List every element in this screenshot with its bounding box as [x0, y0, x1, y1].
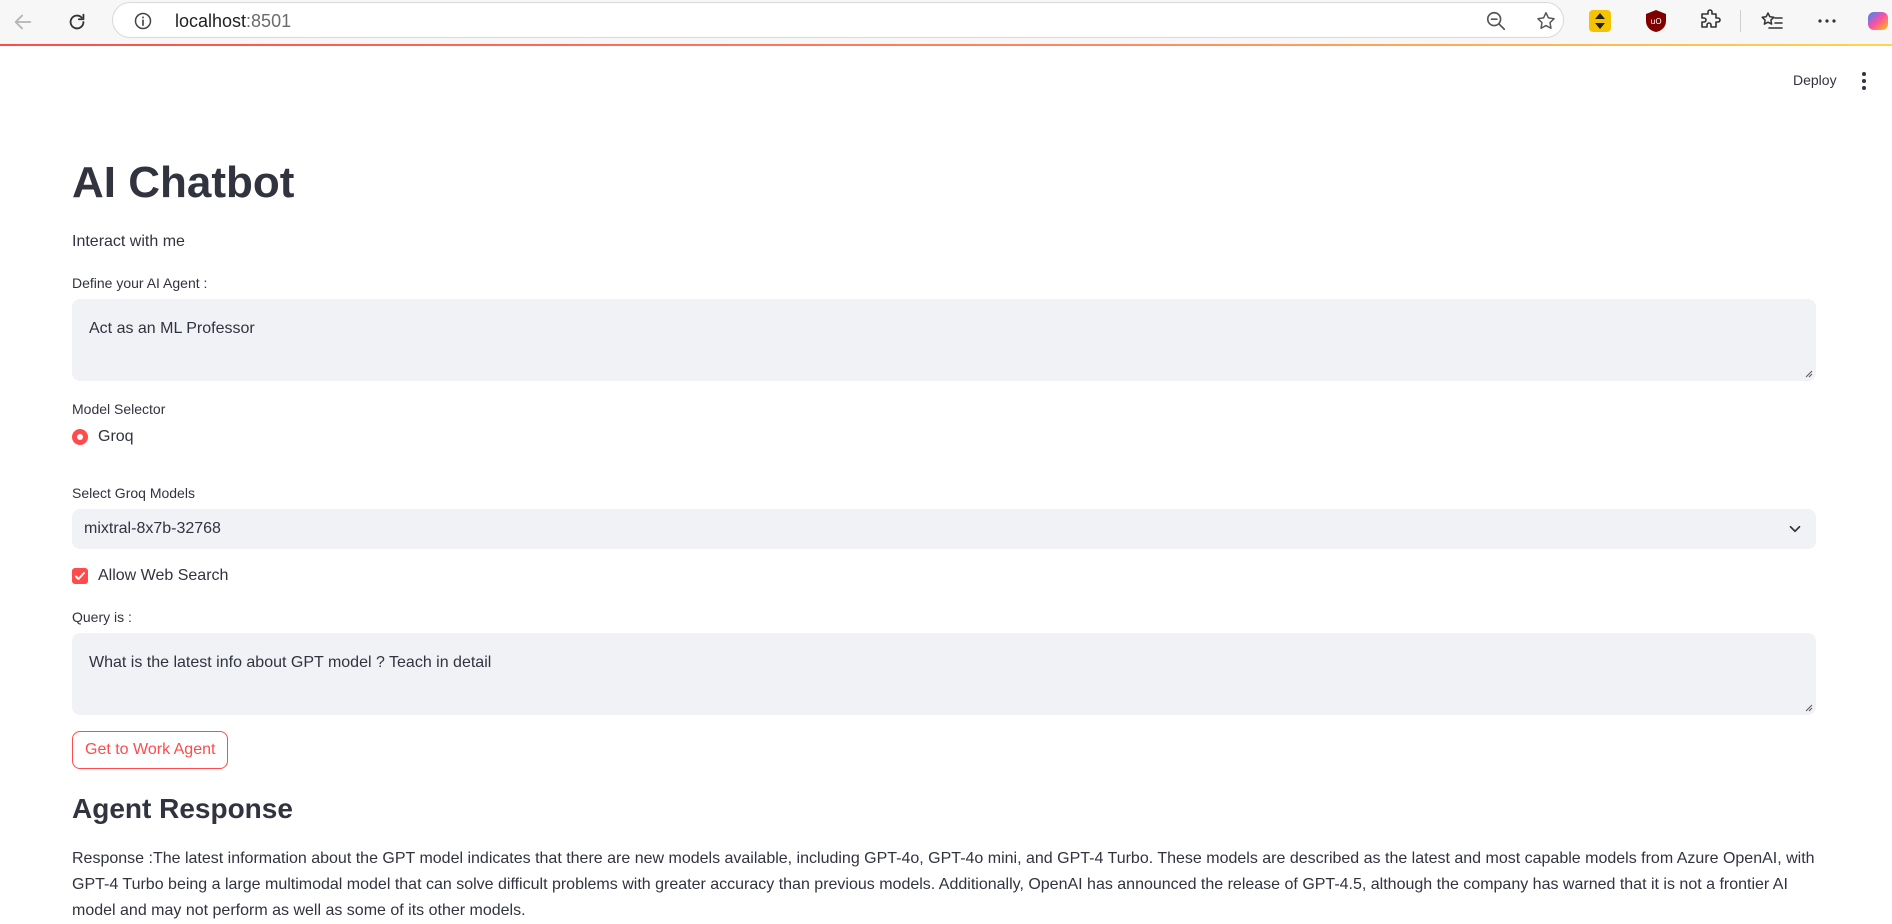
agent-response-text: Response :The latest information about t… [72, 850, 1815, 919]
deploy-button[interactable]: Deploy [1793, 72, 1837, 88]
get-to-work-button[interactable]: Get to Work Agent [72, 731, 229, 769]
radio-selected-icon[interactable] [72, 429, 88, 445]
extensions-puzzle-icon[interactable] [1699, 9, 1723, 33]
url-host: localhost [175, 11, 247, 31]
query-textarea[interactable]: What is the latest info about GPT model … [72, 633, 1816, 715]
web-search-label: Allow Web Search [98, 567, 229, 584]
resize-handle-icon[interactable] [1803, 702, 1813, 712]
page-load-bar [0, 44, 1892, 46]
agent-definition-label: Define your AI Agent : [72, 275, 208, 291]
zoom-out-icon[interactable] [1485, 10, 1507, 32]
site-info-icon[interactable] [133, 11, 153, 31]
more-menu-icon[interactable] [1815, 9, 1839, 33]
browser-toolbar: localhost:8501 uO [0, 0, 1892, 45]
agent-definition-textarea[interactable]: Act as an ML Professor [72, 299, 1816, 381]
toolbar-divider [1740, 10, 1741, 32]
web-search-checkbox-row[interactable]: Allow Web Search [72, 567, 228, 585]
page-title: AI Chatbot [72, 158, 295, 207]
reload-icon[interactable] [62, 7, 92, 37]
url-text[interactable]: localhost:8501 [175, 11, 291, 32]
radio-label-groq: Groq [98, 428, 134, 445]
model-selector-label: Model Selector [72, 401, 166, 417]
ublock-icon[interactable]: uO [1644, 9, 1668, 33]
url-port: :8501 [246, 11, 292, 31]
groq-models-selected-value: mixtral-8x7b-32768 [84, 520, 221, 537]
favorite-star-icon[interactable] [1535, 10, 1557, 32]
groq-models-select[interactable]: mixtral-8x7b-32768 [72, 509, 1816, 549]
svg-text:uO: uO [1650, 17, 1661, 26]
page-subtitle: Interact with me [72, 233, 185, 250]
query-label: Query is : [72, 609, 132, 625]
extension-yellow-icon[interactable] [1588, 9, 1612, 33]
resize-handle-icon[interactable] [1803, 368, 1813, 378]
query-value: What is the latest info about GPT model … [89, 654, 492, 671]
favorites-list-icon[interactable] [1760, 9, 1784, 33]
chevron-down-icon [1789, 525, 1801, 533]
agent-response-heading: Agent Response [72, 793, 293, 824]
model-radio-option-groq[interactable]: Groq [72, 428, 134, 446]
checkbox-checked-icon[interactable] [72, 568, 88, 584]
back-icon[interactable] [8, 7, 38, 37]
main-menu-icon[interactable] [1856, 70, 1872, 92]
copilot-icon[interactable] [1866, 9, 1890, 33]
address-bar[interactable]: localhost:8501 [112, 2, 1564, 38]
groq-models-label: Select Groq Models [72, 485, 195, 501]
agent-definition-value: Act as an ML Professor [89, 320, 255, 337]
